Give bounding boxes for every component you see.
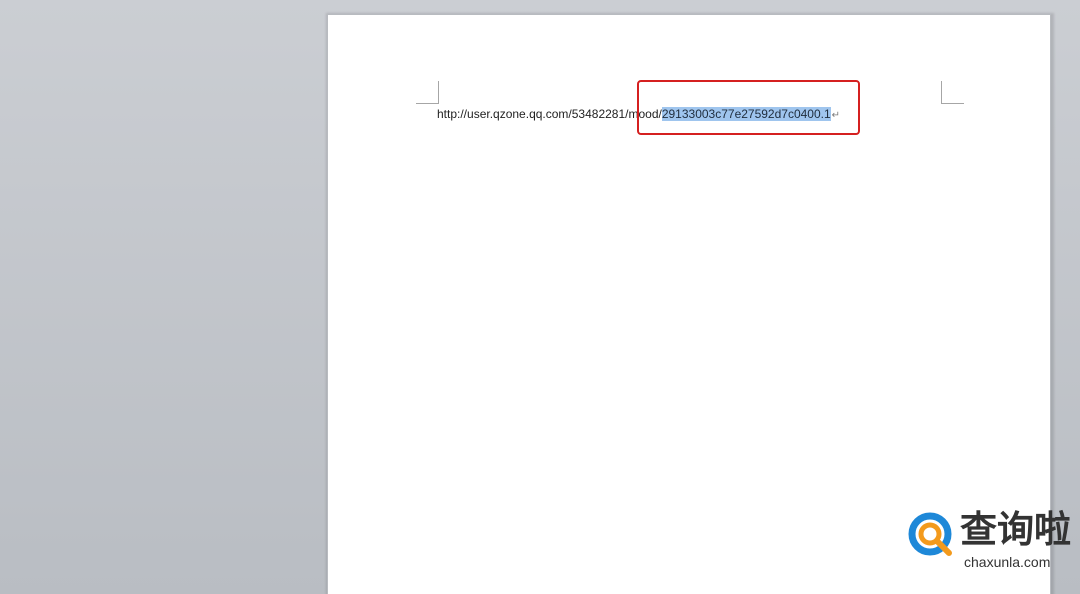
annotation-highlight-box xyxy=(637,80,860,135)
top-right-margin-marker xyxy=(941,81,964,104)
watermark-site: chaxunla.com xyxy=(964,554,1051,570)
url-prefix-text[interactable]: http://user.qzone.qq.com/53482281/mood/ xyxy=(437,107,662,121)
top-left-margin-marker xyxy=(416,81,439,104)
watermark: 查询啦 chaxunla.com xyxy=(900,506,1076,580)
q-magnifier-logo-icon xyxy=(908,512,952,556)
document-workspace: http://user.qzone.qq.com/53482281/mood/2… xyxy=(0,0,1080,594)
watermark-title: 查询啦 xyxy=(960,508,1071,551)
